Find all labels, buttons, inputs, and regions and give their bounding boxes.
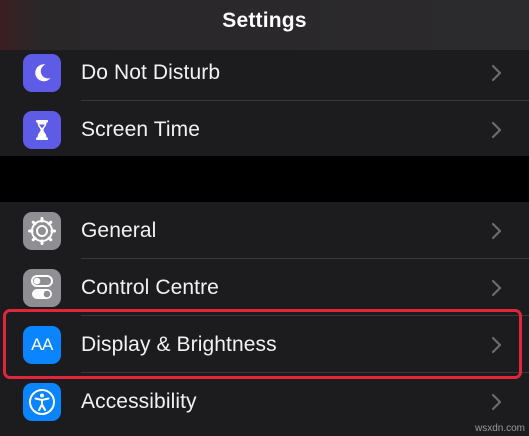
settings-group-focus: Do Not Disturb Screen Time [0, 50, 529, 156]
watermark: wsxdn.com [474, 423, 525, 434]
text-size-icon: AA [23, 325, 61, 364]
row-label: General [81, 218, 157, 242]
moon-icon [23, 53, 61, 92]
row-label: Display & Brightness [81, 332, 277, 356]
text-size-glyph: AA [31, 334, 53, 354]
chevron-right-icon [491, 121, 502, 138]
gear-icon [23, 211, 61, 250]
row-label: Control Centre [81, 275, 219, 299]
chevron-right-icon [491, 64, 502, 81]
settings-row-general[interactable]: General [0, 202, 529, 259]
chevron-right-icon [491, 393, 502, 410]
settings-row-screen-time[interactable]: Screen Time [0, 101, 529, 158]
row-label: Do Not Disturb [81, 60, 221, 84]
settings-row-accessibility[interactable]: Accessibility [0, 373, 529, 430]
settings-row-do-not-disturb[interactable]: Do Not Disturb [0, 44, 529, 101]
navigation-bar: Settings [0, 0, 529, 50]
row-label: Screen Time [81, 117, 200, 141]
settings-group-system: General Control Centre AA Display & Brig… [0, 202, 529, 436]
toggles-icon [23, 268, 61, 307]
chevron-right-icon [491, 279, 502, 296]
accessibility-icon [23, 382, 61, 421]
hourglass-icon [23, 110, 61, 149]
page-title: Settings [222, 9, 307, 32]
settings-row-display-brightness[interactable]: AA Display & Brightness [0, 316, 529, 373]
settings-row-control-centre[interactable]: Control Centre [0, 259, 529, 316]
chevron-right-icon [491, 222, 502, 239]
chevron-right-icon [491, 336, 502, 353]
row-label: Accessibility [81, 389, 197, 413]
